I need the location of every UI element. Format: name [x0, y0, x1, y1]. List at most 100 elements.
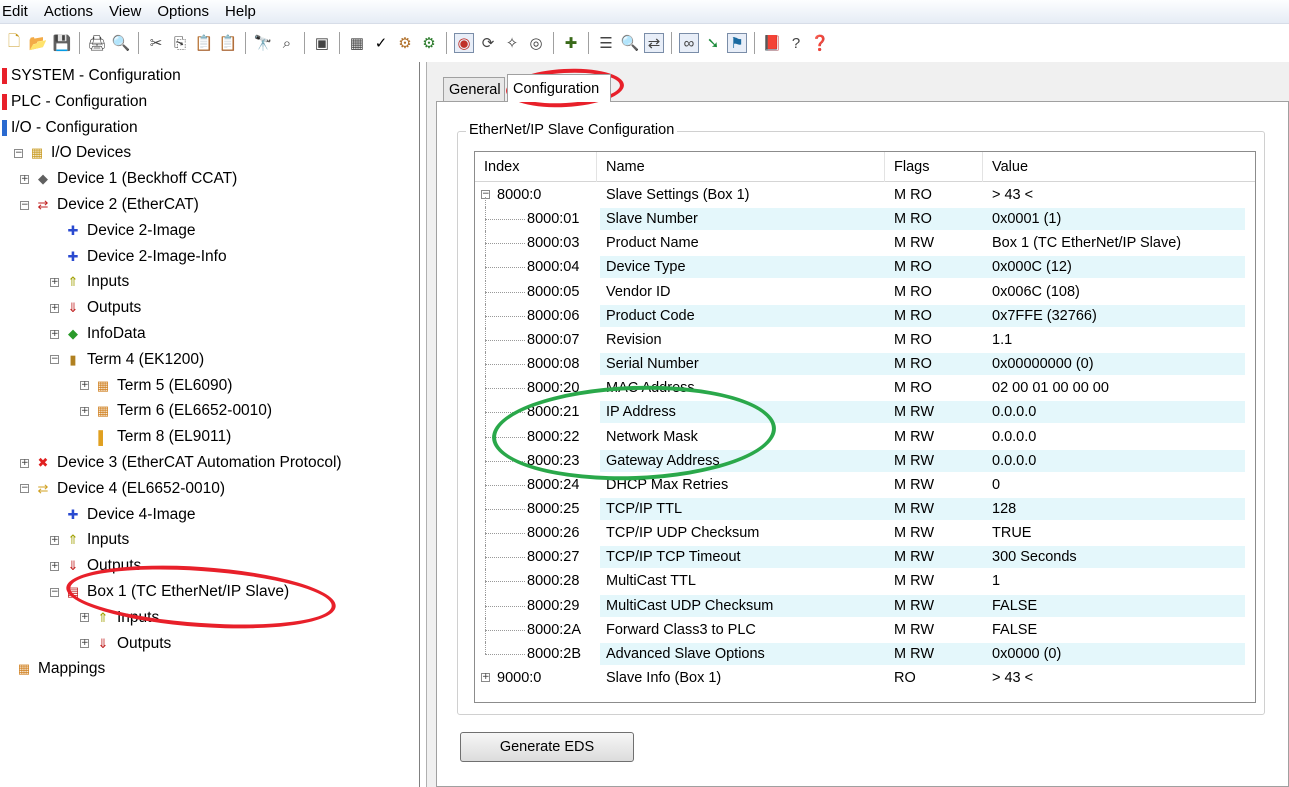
table-row[interactable]: 8000:21 IP Address M RW 0.0.0.0 — [475, 400, 1255, 425]
tree-item-outputs[interactable]: + ⇓ Outputs — [50, 554, 141, 578]
scan-icon[interactable]: ✧ — [502, 33, 522, 53]
print-preview-icon[interactable]: 🔍 — [111, 33, 131, 53]
check-icon[interactable]: ✓ — [371, 33, 391, 53]
expand-icon[interactable]: + — [50, 329, 59, 339]
menu-view[interactable]: View — [101, 3, 149, 20]
tree-item-inputs[interactable]: + ⇑ Inputs — [80, 606, 159, 630]
table-row[interactable]: 8000:01 Slave Number M RO 0x0001 (1) — [475, 207, 1255, 232]
tree-item-system-configuration[interactable]: SYSTEM - Configuration — [2, 64, 181, 88]
table-row[interactable]: −8000:0 Slave Settings (Box 1) M RO > 43 < — [475, 183, 1255, 207]
tab-general[interactable]: General — [443, 77, 505, 101]
table-row[interactable]: 8000:27 TCP/IP TCP Timeout M RW 300 Seconds — [475, 545, 1255, 570]
watch-icon[interactable]: ∞ — [679, 33, 699, 53]
column-header-value[interactable]: Value — [983, 152, 1255, 182]
tree-item-device-4-image[interactable]: ✚ Device 4-Image — [50, 503, 196, 527]
table-row[interactable]: 8000:04 Device Type M RO 0x000C (12) — [475, 255, 1255, 280]
tree-item-device-2-ethercat[interactable]: − ⇄ Device 2 (EtherCAT) — [20, 193, 199, 217]
table-row[interactable]: 8000:20 MAC Address M RO 02 00 01 00 00 00 — [475, 376, 1255, 401]
paste-special-icon[interactable]: 📋 — [218, 33, 238, 53]
collapse-icon[interactable]: − — [50, 587, 59, 597]
table-row[interactable]: 8000:06 Product Code M RO 0x7FFE (32766) — [475, 303, 1255, 328]
expand-icon[interactable]: + — [20, 458, 29, 468]
new-icon[interactable]: 🗋 — [4, 33, 24, 53]
copy-icon[interactable]: ⎘ — [170, 33, 190, 53]
find-icon[interactable]: 🔭 — [253, 33, 273, 53]
tree-item-device-2-image[interactable]: ✚ Device 2-Image — [50, 219, 196, 243]
table-row[interactable]: +9000:0 Slave Info (Box 1) RO > 43 < — [475, 666, 1255, 690]
column-header-name[interactable]: Name — [597, 152, 885, 182]
search-icon[interactable]: 🔍 — [620, 33, 640, 53]
tree-item-infodata[interactable]: + ◆ InfoData — [50, 322, 146, 346]
config-mode-icon[interactable]: ◉ — [454, 33, 474, 53]
menu-actions[interactable]: Actions — [36, 3, 101, 20]
table-row[interactable]: 8000:07 Revision M RO 1.1 — [475, 327, 1255, 352]
help-icon[interactable]: ? — [786, 33, 806, 53]
variables-icon[interactable]: ⇄ — [644, 33, 664, 53]
open-icon[interactable]: 📂 — [28, 33, 48, 53]
tree-item-term-8-el9011[interactable]: ▌ Term 8 (EL9011) — [80, 425, 231, 449]
tree-item-box-1-tc-ethernet-ip-slave[interactable]: − ▤ Box 1 (TC EtherNet/IP Slave) — [50, 580, 289, 604]
tree-item-outputs[interactable]: + ⇓ Outputs — [80, 632, 171, 656]
tree-item-i-o-configuration[interactable]: I/O - Configuration — [2, 116, 138, 140]
tree-item-device-3-ethercat-automation-protocol[interactable]: + ✖ Device 3 (EtherCAT Automation Protocol… — [20, 451, 342, 475]
table-row[interactable]: 8000:28 MultiCast TTL M RW 1 — [475, 569, 1255, 594]
connect-icon[interactable]: ➘ — [703, 33, 723, 53]
list-icon[interactable]: ☰ — [596, 33, 616, 53]
expand-icon[interactable]: + — [80, 639, 89, 649]
tree-item-plc-configuration[interactable]: PLC - Configuration — [2, 90, 147, 114]
expand-icon[interactable]: + — [80, 406, 89, 416]
tree-item-device-2-image-info[interactable]: ✚ Device 2-Image-Info — [50, 245, 227, 269]
solution-tree[interactable]: SYSTEM - Configuration PLC - Configuratio… — [0, 62, 420, 787]
expand-icon[interactable]: + — [50, 561, 59, 571]
collapse-icon[interactable]: − — [14, 148, 23, 158]
target-icon[interactable]: ▣ — [312, 33, 332, 53]
tree-item-device-1-beckhoff-ccat[interactable]: + ◆ Device 1 (Beckhoff CCAT) — [20, 167, 237, 191]
question-icon[interactable]: ❓ — [810, 33, 830, 53]
tree-item-outputs[interactable]: + ⇓ Outputs — [50, 296, 141, 320]
free-run-icon[interactable]: ◎ — [526, 33, 546, 53]
table-row[interactable]: 8000:08 Serial Number M RO 0x00000000 (0) — [475, 352, 1255, 377]
book-icon[interactable]: 📕 — [762, 33, 782, 53]
expand-icon[interactable]: + — [481, 673, 490, 682]
tab-configuration[interactable]: Configuration — [507, 74, 611, 102]
menu-options[interactable]: Options — [149, 3, 217, 20]
build-icon[interactable]: ⚙ — [395, 33, 415, 53]
table-row[interactable]: 8000:22 Network Mask M RW 0.0.0.0 — [475, 424, 1255, 449]
cut-icon[interactable]: ✂ — [146, 33, 166, 53]
tree-item-i-o-devices[interactable]: − ▦ I/O Devices — [14, 141, 131, 165]
online-icon[interactable]: ⚑ — [727, 33, 747, 53]
tree-item-inputs[interactable]: + ⇑ Inputs — [50, 528, 129, 552]
expand-icon[interactable]: + — [80, 613, 89, 623]
tree-item-device-4-el6652-0010[interactable]: − ⇄ Device 4 (EL6652-0010) — [20, 477, 225, 501]
table-row[interactable]: 8000:05 Vendor ID M RO 0x006C (108) — [475, 279, 1255, 304]
expand-icon[interactable]: + — [50, 535, 59, 545]
collapse-icon[interactable]: − — [50, 355, 59, 365]
collapse-icon[interactable]: − — [20, 484, 29, 494]
expand-icon[interactable]: + — [50, 277, 59, 287]
column-header-index[interactable]: Index — [475, 152, 597, 182]
activate-icon[interactable]: ▦ — [347, 33, 367, 53]
settings-table[interactable]: Index Name Flags Value −8000:0 Slave Setting… — [474, 151, 1256, 703]
tree-item-term-5-el6090[interactable]: + ▦ Term 5 (EL6090) — [80, 374, 232, 398]
table-row[interactable]: 8000:24 DHCP Max Retries M RW 0 — [475, 472, 1255, 497]
print-icon[interactable]: 🖨 — [87, 33, 107, 53]
tree-item-term-4-ek1200[interactable]: − ▮ Term 4 (EK1200) — [50, 348, 204, 372]
tree-item-term-6-el6652-0010[interactable]: + ▦ Term 6 (EL6652-0010) — [80, 399, 272, 423]
table-row[interactable]: 8000:23 Gateway Address M RW 0.0.0.0 — [475, 448, 1255, 473]
expand-icon[interactable]: + — [50, 303, 59, 313]
restart-icon[interactable]: ⟳ — [478, 33, 498, 53]
collapse-icon[interactable]: − — [20, 200, 29, 210]
expand-icon[interactable]: + — [20, 174, 29, 184]
expand-icon[interactable]: + — [80, 381, 89, 391]
table-row[interactable]: 8000:26 TCP/IP UDP Checksum M RW TRUE — [475, 521, 1255, 546]
table-row[interactable]: 8000:29 MultiCast UDP Checksum M RW FALSE — [475, 593, 1255, 618]
rebuild-icon[interactable]: ⚙ — [419, 33, 439, 53]
add-icon[interactable]: ✚ — [561, 33, 581, 53]
table-row[interactable]: 8000:25 TCP/IP TTL M RW 128 — [475, 496, 1255, 521]
paste-icon[interactable]: 📋 — [194, 33, 214, 53]
tree-item-mappings[interactable]: ▦ Mappings — [14, 657, 105, 681]
tree-item-inputs[interactable]: + ⇑ Inputs — [50, 270, 129, 294]
table-row[interactable]: 8000:2B Advanced Slave Options M RW 0x0000 … — [475, 641, 1255, 666]
table-row[interactable]: 8000:03 Product Name M RW Box 1 (TC EtherNe… — [475, 231, 1255, 256]
menu-edit[interactable]: Edit — [0, 3, 36, 20]
